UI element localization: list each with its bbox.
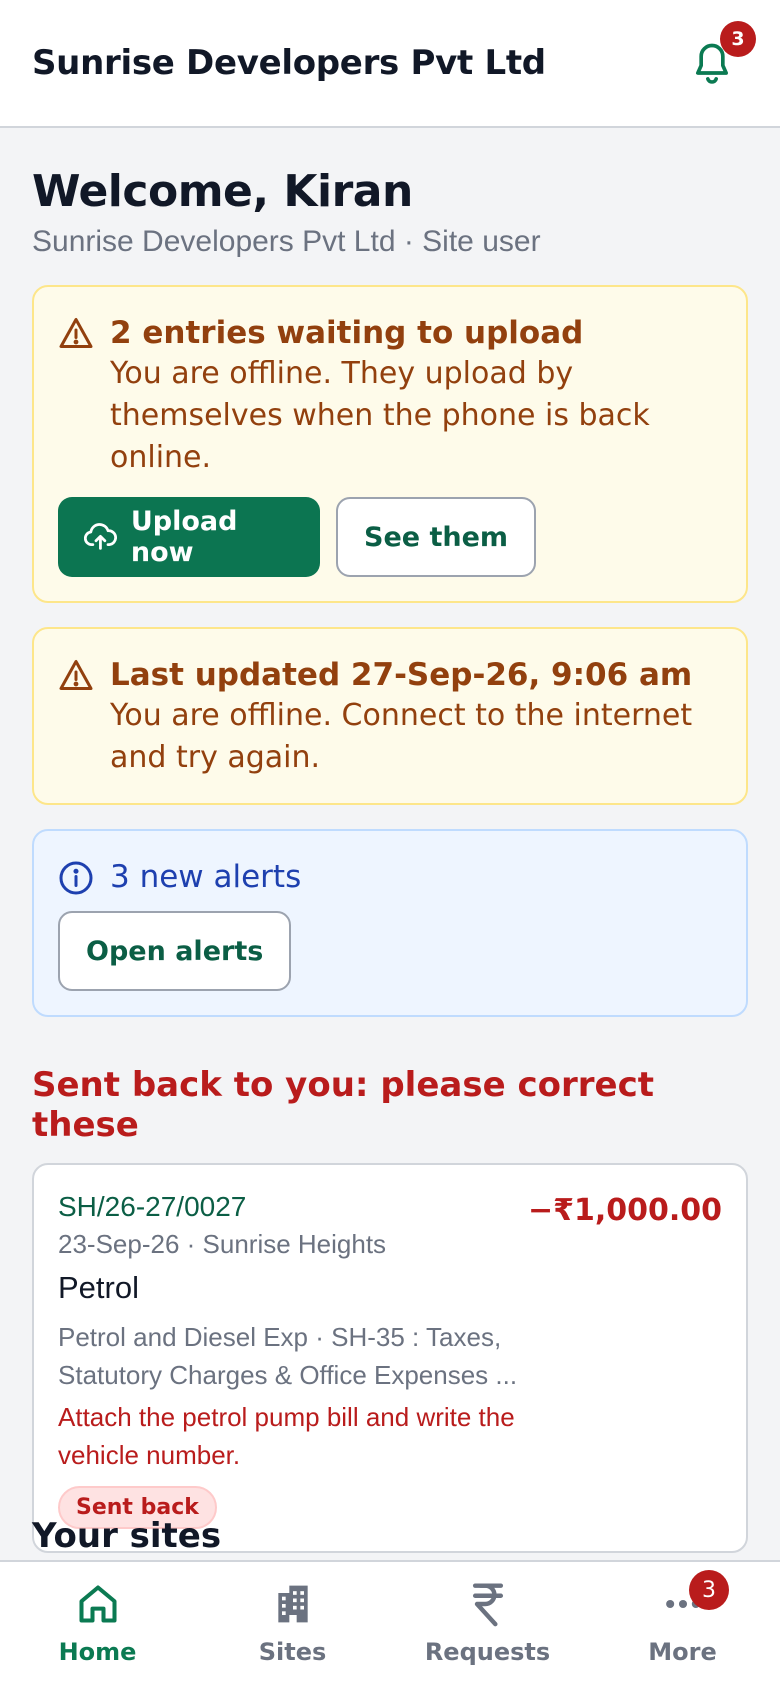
pending-upload-text: You are offline. They upload by themselv…	[110, 356, 650, 475]
offline-text: You are offline. Connect to the internet…	[110, 698, 693, 775]
upload-now-button[interactable]: Upload now	[58, 497, 320, 577]
offline-title: Last updated 27-Sep-26, 9:06 am	[110, 657, 693, 693]
building-icon	[277, 1585, 308, 1623]
nav-label-sites: Sites	[258, 1638, 327, 1666]
info-icon	[59, 861, 93, 895]
app-header: Sunrise Developers Pvt Ltd 3	[0, 0, 780, 128]
nav-item-sites[interactable]: Sites	[195, 1562, 390, 1688]
nav-item-requests[interactable]: Requests	[390, 1562, 585, 1688]
alerts-title: 3 new alerts	[110, 859, 302, 895]
nav-item-home[interactable]: Home	[0, 1562, 195, 1688]
nav-item-more[interactable]: 3 More	[585, 1562, 780, 1688]
sent-back-heading: Sent back to you: please correct these	[32, 1065, 654, 1145]
bottom-nav: Home Sites Requests 3 More	[0, 1560, 780, 1688]
notifications-button[interactable]: 3	[684, 21, 756, 91]
entry-correction-note: Attach the petrol pump bill and write th…	[58, 1402, 515, 1470]
entry-name: Petrol	[58, 1270, 139, 1305]
nav-label-home: Home	[58, 1638, 137, 1666]
cloud-upload-icon	[84, 523, 117, 550]
notification-badge: 3	[720, 21, 756, 57]
nav-more-badge: 3	[689, 1570, 729, 1610]
open-alerts-button[interactable]: Open alerts	[58, 911, 292, 991]
entry-amount: −₹1,000.00	[527, 1193, 722, 1228]
welcome-heading: Welcome, Kiran	[32, 166, 413, 217]
your-sites-heading: Your sites	[32, 1516, 222, 1556]
welcome-subtitle: Sunrise Developers Pvt Ltd · Site user	[32, 225, 541, 258]
pending-upload-title: 2 entries waiting to upload	[110, 315, 584, 351]
offline-banner: Last updated 27-Sep-26, 9:06 am You are …	[32, 627, 748, 805]
upload-now-label: Upload now	[130, 506, 238, 568]
entry-description: Petrol and Diesel Exp · SH-35 : Taxes, S…	[58, 1322, 518, 1390]
warning-icon	[59, 318, 93, 348]
warning-icon	[59, 660, 93, 690]
rupee-icon	[472, 1583, 503, 1627]
main-content: Welcome, Kiran Sunrise Developers Pvt Lt…	[32, 128, 748, 1553]
app-title: Sunrise Developers Pvt Ltd	[32, 43, 546, 83]
see-them-button[interactable]: See them	[336, 497, 537, 577]
nav-label-requests: Requests	[424, 1638, 551, 1666]
entry-meta: 23-Sep-26 · Sunrise Heights	[58, 1229, 387, 1259]
alerts-banner: 3 new alerts Open alerts	[32, 829, 748, 1017]
nav-label-more: More	[648, 1638, 717, 1666]
pending-upload-banner: 2 entries waiting to upload You are offl…	[32, 285, 748, 603]
sent-back-entry-card[interactable]: SH/26-27/0027 −₹1,000.00 23-Sep-26 · Sun…	[32, 1163, 748, 1553]
home-icon	[78, 1585, 117, 1623]
